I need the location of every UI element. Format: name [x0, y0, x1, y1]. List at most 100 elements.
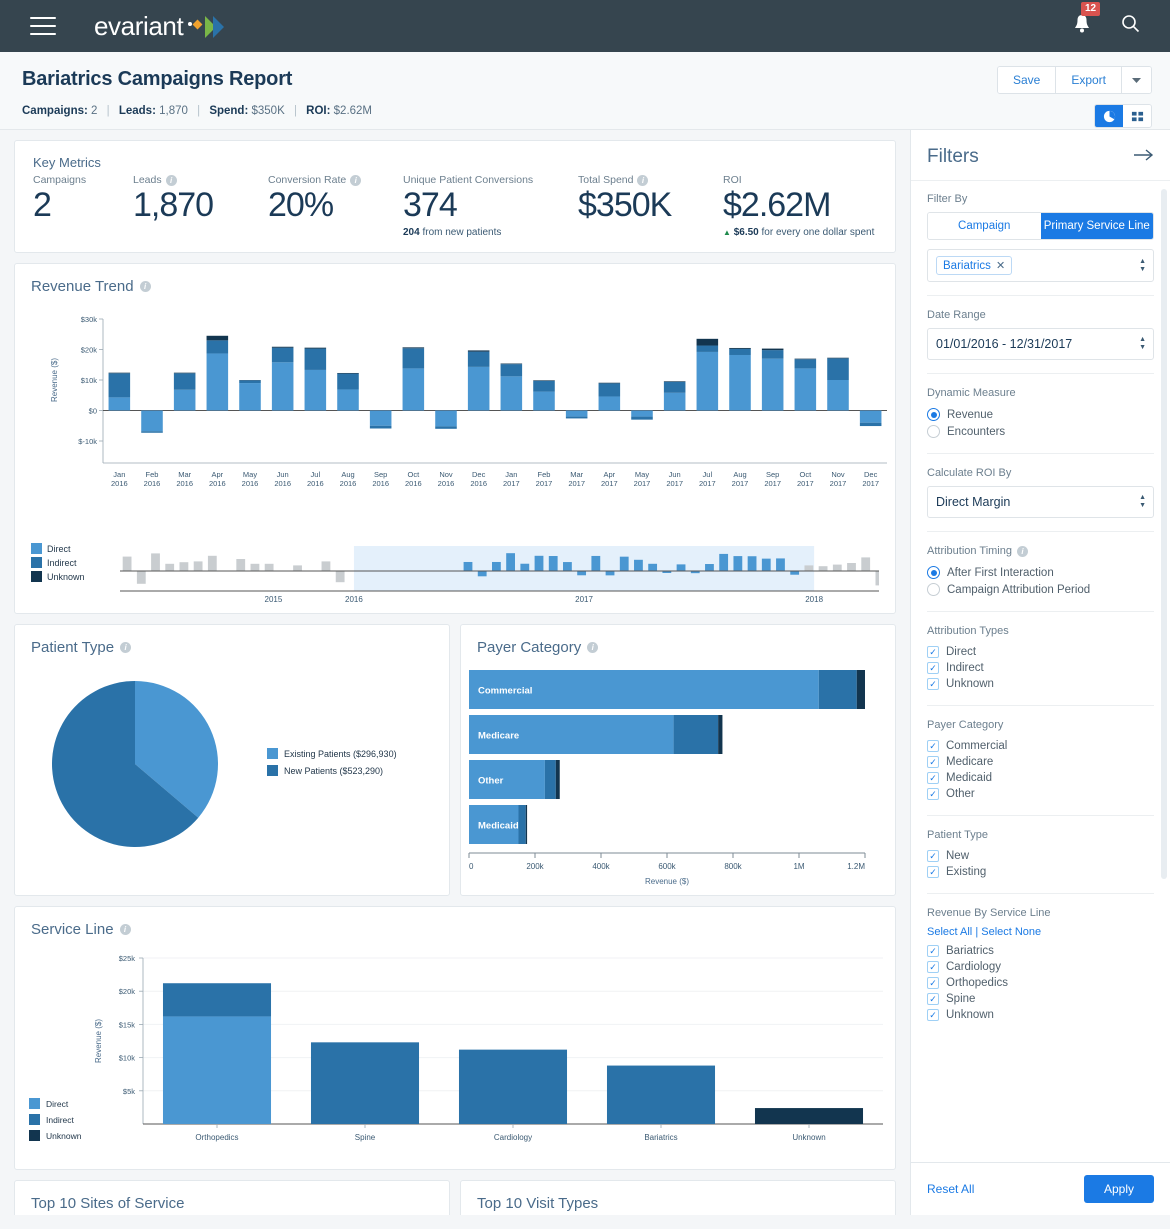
- search-button[interactable]: [1121, 14, 1140, 38]
- svg-text:$30k: $30k: [81, 315, 98, 324]
- svg-text:New Patients ($523,290): New Patients ($523,290): [284, 766, 383, 776]
- svg-text:2017: 2017: [575, 595, 593, 603]
- select-all-link[interactable]: Select All: [927, 926, 972, 938]
- filters-scrollbar[interactable]: [1161, 189, 1167, 879]
- pie-chart-icon: [1103, 110, 1116, 123]
- checkbox-icon: ✓: [927, 678, 939, 690]
- svg-text:2016: 2016: [242, 479, 259, 488]
- checkbox-new[interactable]: ✓New: [927, 848, 1154, 864]
- radio-encounters[interactable]: Encounters: [927, 423, 1154, 440]
- checkbox-label: Other: [946, 788, 975, 800]
- legend-item[interactable]: Direct: [31, 543, 112, 554]
- chart-view-button[interactable]: [1095, 105, 1123, 127]
- radio-label: After First Interaction: [947, 567, 1054, 579]
- svg-text:Feb: Feb: [538, 470, 551, 479]
- checkbox-unknown[interactable]: ✓Unknown: [927, 676, 1154, 692]
- chip-label: Bariatrics: [943, 260, 991, 272]
- patient-type-chart[interactable]: Existing Patients ($296,930)New Patients…: [15, 662, 445, 887]
- info-icon[interactable]: i: [637, 175, 648, 186]
- checkbox-bariatrics[interactable]: ✓Bariatrics: [927, 943, 1154, 959]
- legend-item[interactable]: Indirect: [31, 557, 112, 568]
- bell-icon: [1073, 14, 1091, 34]
- checkbox-label: Commercial: [946, 740, 1007, 752]
- segment-campaign[interactable]: Campaign: [928, 213, 1041, 239]
- filter-group-patient-type: Patient Type ✓New✓Existing: [927, 829, 1154, 894]
- info-icon[interactable]: i: [120, 642, 131, 653]
- checkbox-orthopedics[interactable]: ✓Orthopedics: [927, 975, 1154, 991]
- stepper-icon[interactable]: ▲▼: [1139, 337, 1146, 351]
- radio-campaign-attribution-period[interactable]: Campaign Attribution Period: [927, 581, 1154, 598]
- info-icon[interactable]: i: [350, 175, 361, 186]
- filters-body[interactable]: Filter By Campaign Primary Service Line …: [911, 181, 1170, 1162]
- filter-group-attribution-types: Attribution Types ✓Direct✓Indirect✓Unkno…: [927, 625, 1154, 706]
- svg-text:Other: Other: [478, 776, 504, 787]
- radio-after-first-interaction[interactable]: After First Interaction: [927, 564, 1154, 581]
- svg-text:Apr: Apr: [211, 470, 223, 479]
- patient-type-card: Patient Type i Existing Patients ($296,9…: [14, 624, 450, 896]
- table-view-button[interactable]: [1123, 105, 1151, 127]
- info-icon[interactable]: i: [587, 642, 598, 653]
- select-none-link[interactable]: Select None: [981, 926, 1041, 938]
- info-icon[interactable]: i: [140, 281, 151, 292]
- svg-text:2016: 2016: [144, 479, 161, 488]
- service-line-select[interactable]: Bariatrics ✕ ▲▼: [927, 249, 1154, 282]
- svg-text:Jun: Jun: [669, 470, 681, 479]
- export-button[interactable]: Export: [1056, 67, 1122, 93]
- notifications-button[interactable]: 12: [1073, 14, 1091, 39]
- checkbox-direct[interactable]: ✓Direct: [927, 644, 1154, 660]
- metric-value: $2.62M: [723, 186, 874, 225]
- legend-swatch: [31, 571, 42, 582]
- checkbox-other[interactable]: ✓Other: [927, 786, 1154, 802]
- metric-label: Campaigns: [33, 174, 86, 186]
- revenue-trend-chart[interactable]: $30k$20k$10k$0$-10kRevenue ($)Jan2016Feb…: [15, 301, 891, 536]
- stepper-icon[interactable]: ▲▼: [1139, 259, 1146, 273]
- svg-text:1.2M: 1.2M: [847, 862, 865, 871]
- svg-text:Revenue ($): Revenue ($): [645, 877, 689, 886]
- metric-note: 204 from new patients: [403, 227, 578, 238]
- revenue-trend-title: Revenue Trend i: [15, 264, 895, 301]
- payer-category-chart[interactable]: CommercialMedicareOtherMedicaid0200k400k…: [461, 662, 887, 890]
- checkbox-medicaid[interactable]: ✓Medicaid: [927, 770, 1154, 786]
- checkbox-existing[interactable]: ✓Existing: [927, 864, 1154, 880]
- stepper-icon[interactable]: ▲▼: [1139, 495, 1146, 509]
- segment-primary-service-line[interactable]: Primary Service Line: [1041, 213, 1154, 239]
- legend-swatch: [29, 1114, 40, 1125]
- info-icon[interactable]: i: [120, 924, 131, 935]
- svg-text:Bariatrics: Bariatrics: [644, 1133, 677, 1142]
- radio-revenue[interactable]: Revenue: [927, 406, 1154, 423]
- key-metrics-heading: Key Metrics: [15, 141, 895, 174]
- brand-logo[interactable]: evariant: [94, 11, 231, 42]
- checkbox-cardiology[interactable]: ✓Cardiology: [927, 959, 1154, 975]
- service-line-chart[interactable]: $25k$20k$15k$10k$5kRevenue ($)Orthopedic…: [15, 944, 891, 1164]
- reset-all-button[interactable]: Reset All: [927, 1182, 974, 1196]
- more-actions-dropdown[interactable]: [1122, 67, 1151, 93]
- svg-text:2017: 2017: [764, 479, 781, 488]
- checkbox-commercial[interactable]: ✓Commercial: [927, 738, 1154, 754]
- svg-text:$-10k: $-10k: [78, 437, 97, 446]
- metric-value: 20%: [268, 186, 403, 225]
- checkbox-indirect[interactable]: ✓Indirect: [927, 660, 1154, 676]
- save-button[interactable]: Save: [998, 67, 1056, 93]
- legend-item[interactable]: Unknown: [31, 571, 112, 582]
- svg-text:2017: 2017: [862, 479, 879, 488]
- date-range-select[interactable]: 01/01/2016 - 12/31/2017 ▲▼: [927, 328, 1154, 360]
- apply-button[interactable]: Apply: [1084, 1175, 1154, 1203]
- metric-value: $350K: [578, 186, 723, 225]
- collapse-filters-button[interactable]: [1134, 148, 1154, 167]
- top-visit-types-title: Top 10 Visit Types: [461, 1181, 895, 1215]
- chevron-down-icon: [1132, 77, 1141, 84]
- calculate-roi-by-select[interactable]: Direct Margin ▲▼: [927, 486, 1154, 518]
- filter-group-calculate-roi-by: Calculate ROI By Direct Margin ▲▼: [927, 467, 1154, 532]
- checkbox-medicare[interactable]: ✓Medicare: [927, 754, 1154, 770]
- filter-by-segmented-control: Campaign Primary Service Line: [927, 212, 1154, 240]
- hamburger-menu-icon[interactable]: [30, 17, 56, 35]
- filters-heading: Filters: [927, 146, 979, 168]
- checkbox-spine[interactable]: ✓Spine: [927, 991, 1154, 1007]
- remove-chip-icon[interactable]: ✕: [996, 259, 1005, 272]
- info-icon[interactable]: i: [166, 175, 177, 186]
- metric-unique-patient-conversions: Unique Patient Conversions 374 204 from …: [403, 174, 578, 238]
- info-icon[interactable]: i: [1017, 546, 1028, 557]
- svg-text:Oct: Oct: [799, 470, 812, 479]
- revenue-trend-navigator[interactable]: 2015201620172018: [112, 541, 879, 603]
- checkbox-unknown[interactable]: ✓Unknown: [927, 1007, 1154, 1023]
